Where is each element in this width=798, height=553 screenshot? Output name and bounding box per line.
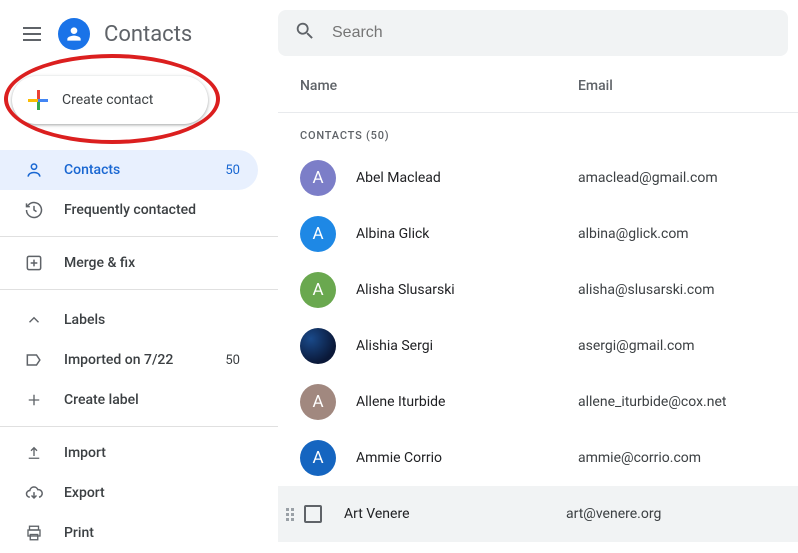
create-contact-button[interactable]: Create contact (12, 76, 208, 124)
column-email: Email (578, 78, 798, 94)
sidebar-item-create-label[interactable]: Create label (0, 380, 258, 420)
drag-handle-icon[interactable] (286, 508, 298, 521)
nav-label: Create label (64, 392, 240, 408)
column-name: Name (300, 78, 578, 94)
merge-fix-icon (24, 253, 44, 273)
nav-label: Export (64, 485, 240, 501)
sidebar-item-labels[interactable]: Labels (0, 300, 258, 340)
row-hover-controls (286, 505, 342, 523)
nav-label: Imported on 7/22 (64, 352, 205, 368)
menu-icon[interactable] (20, 22, 44, 46)
contact-row[interactable]: A Alisha Slusarskialisha@slusarski.com (278, 262, 798, 318)
contact-row[interactable]: Alishia Sergiasergi@gmail.com (278, 318, 798, 374)
contacts-logo-icon (58, 18, 90, 50)
contact-name: Albina Glick (356, 226, 578, 242)
contact-email: amaclead@gmail.com (578, 170, 718, 186)
section-title: CONTACTS (50) (278, 113, 798, 150)
sidebar-item-imported[interactable]: Imported on 7/22 50 (0, 340, 258, 380)
contact-name: Alishia Sergi (356, 338, 578, 354)
person-icon (24, 160, 44, 180)
nav-label: Import (64, 445, 240, 461)
contact-name: Art Venere (344, 506, 566, 522)
contact-name: Ammie Corrio (356, 450, 578, 466)
contact-email: ammie@corrio.com (578, 450, 701, 466)
contact-row[interactable]: A Allene Iturbideallene_iturbide@cox.net (278, 374, 798, 430)
contact-name: Abel Maclead (356, 170, 578, 186)
nav-label: Frequently contacted (64, 202, 240, 218)
upload-icon (24, 443, 44, 463)
nav-label: Print (64, 525, 240, 541)
search-icon (294, 20, 316, 46)
app-title: Contacts (104, 22, 192, 47)
create-contact-label: Create contact (62, 92, 153, 108)
nav-count: 50 (225, 163, 240, 178)
print-icon (24, 523, 44, 543)
sidebar-item-merge-fix[interactable]: Merge & fix (0, 243, 258, 283)
search-bar[interactable] (278, 10, 788, 56)
contact-row[interactable]: Art Venereart@venere.org (278, 486, 798, 542)
avatar: A (300, 272, 336, 308)
nav-count: 50 (225, 353, 240, 368)
contact-row[interactable]: A Albina Glickalbina@glick.com (278, 206, 798, 262)
avatar: A (300, 440, 336, 476)
nav-label: Labels (64, 312, 240, 328)
select-checkbox[interactable] (304, 505, 322, 523)
contact-row[interactable]: A Abel Macleadamaclead@gmail.com (278, 150, 798, 206)
sidebar-item-import[interactable]: Import (0, 433, 258, 473)
avatar: A (300, 384, 336, 420)
contact-email: art@venere.org (566, 506, 661, 522)
avatar: A (300, 216, 336, 252)
contact-list: A Abel Macleadamaclead@gmail.com A Albina G… (278, 150, 798, 542)
contact-name: Allene Iturbide (356, 394, 578, 410)
header: Contacts (0, 10, 278, 58)
search-input[interactable] (332, 24, 782, 42)
contact-row[interactable]: A Ammie Corrioammie@corrio.com (278, 430, 798, 486)
history-icon (24, 200, 44, 220)
contact-email: albina@glick.com (578, 226, 689, 242)
list-header: Name Email (278, 56, 798, 113)
contact-email: asergi@gmail.com (578, 338, 695, 354)
label-icon (24, 350, 44, 370)
sidebar-item-frequent[interactable]: Frequently contacted (0, 190, 258, 230)
sidebar-item-export[interactable]: Export (0, 473, 258, 513)
cloud-download-icon (24, 483, 44, 503)
main-content: Name Email CONTACTS (50) AAbel Macleadam… (278, 0, 798, 544)
sidebar-item-contacts[interactable]: Contacts 50 (0, 150, 258, 190)
plus-thin-icon (24, 390, 44, 410)
contact-email: alisha@slusarski.com (578, 282, 715, 298)
sidebar-item-print[interactable]: Print (0, 513, 258, 553)
sidebar: Contacts Create contact Contacts 50 (0, 0, 278, 544)
contact-email: allene_iturbide@cox.net (578, 394, 726, 410)
chevron-up-icon (24, 310, 44, 330)
contact-name: Alisha Slusarski (356, 282, 578, 298)
plus-icon (28, 90, 48, 110)
nav-label: Contacts (64, 162, 205, 178)
avatar: A (300, 160, 336, 196)
nav-label: Merge & fix (64, 255, 240, 271)
avatar (300, 328, 336, 364)
